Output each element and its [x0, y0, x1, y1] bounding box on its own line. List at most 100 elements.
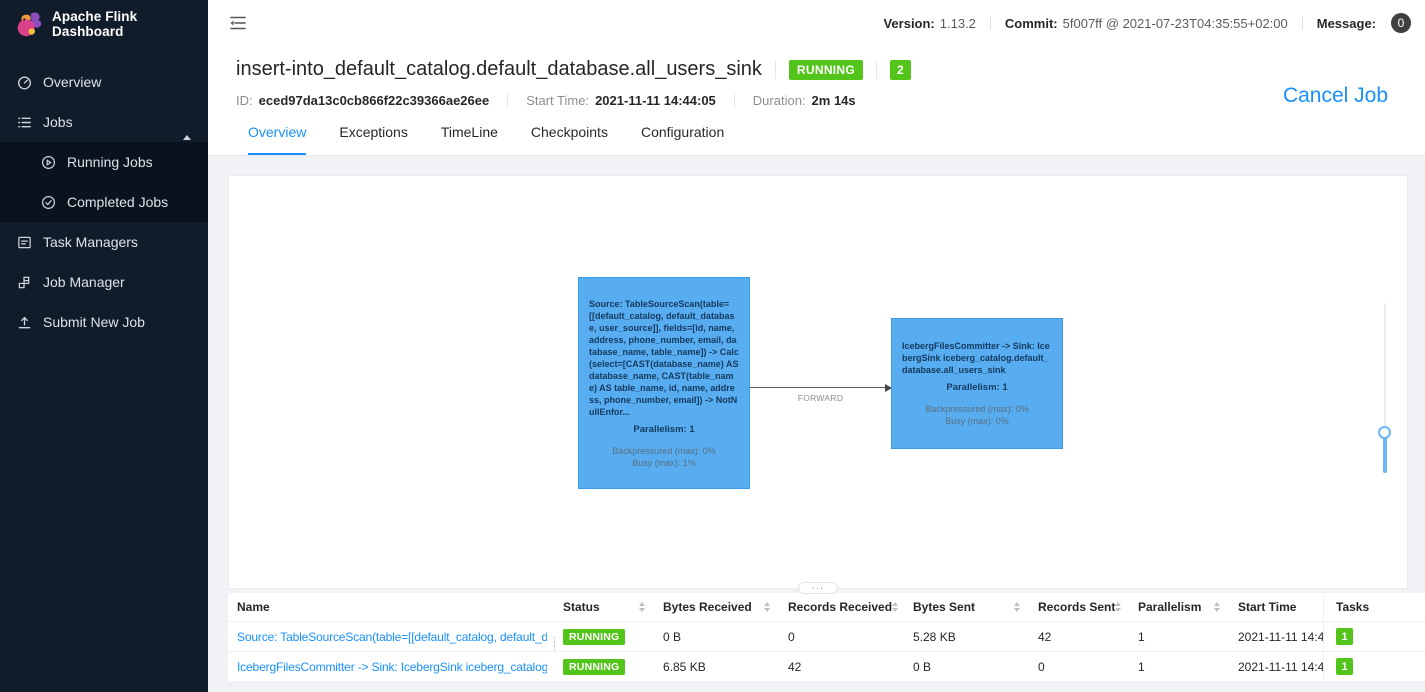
jobs-submenu: Running Jobs Completed Jobs: [0, 142, 208, 222]
sidebar-item-task-managers[interactable]: Task Managers: [0, 222, 208, 262]
divider: [734, 94, 735, 108]
column-label: Parallelism: [1138, 600, 1201, 614]
sort-caret-icon: [1214, 602, 1222, 612]
sidebar-menu: Overview Jobs Running Jobs: [0, 62, 208, 342]
column-resize-handle[interactable]: ⋮⋮: [549, 640, 560, 650]
node-busy: Busy (max): 0%: [902, 415, 1052, 427]
job-meta-row: ID: eced97da13c0cb866f22c39366ae26ee Sta…: [208, 81, 1425, 108]
table-row: Source: TableSourceScan(table=[[default_…: [228, 622, 1425, 652]
menu-fold-icon[interactable]: [228, 13, 248, 33]
upload-icon: [17, 315, 32, 330]
parallelism-cell: 1: [1130, 660, 1230, 674]
sort-caret-icon: [639, 602, 647, 612]
column-label: Bytes Received: [663, 600, 752, 614]
sidebar-item-completed-jobs[interactable]: Completed Jobs: [0, 182, 208, 222]
message-label: Message:: [1317, 16, 1376, 31]
records-sent-cell: 42: [1030, 630, 1130, 644]
vertex-table: Name Status Bytes Received Records Recei…: [228, 593, 1425, 682]
vertex-name-link[interactable]: IcebergFilesCommitter -> Sink: IcebergSi…: [237, 660, 547, 674]
status-badge: RUNNING: [563, 629, 625, 645]
logo-row[interactable]: Apache Flink Dashboard: [0, 0, 208, 48]
node-busy: Busy (max): 1%: [589, 457, 739, 469]
node-parallelism: Parallelism: 1: [902, 382, 1052, 394]
sidebar-item-label: Completed Jobs: [67, 194, 168, 210]
sort-caret-icon: [892, 602, 900, 612]
job-title-row: insert-into_default_catalog.default_data…: [208, 46, 1425, 81]
column-header-status[interactable]: Status: [555, 600, 655, 614]
cancel-job-button[interactable]: Cancel Job: [1283, 84, 1388, 108]
build-info: Version: 1.13.2 Commit: 5f007ff @ 2021-0…: [883, 13, 1411, 33]
version-label: Version:: [883, 16, 934, 31]
chevron-up-icon: [183, 119, 191, 135]
graph-node-sink[interactable]: IcebergFilesCommitter -> Sink: IcebergSi…: [891, 318, 1063, 449]
tab-overview[interactable]: Overview: [248, 124, 306, 155]
page-body: Source: TableSourceScan(table=[[default_…: [208, 156, 1425, 684]
commit-label: Commit:: [1005, 16, 1058, 31]
column-header-records-sent[interactable]: Records Sent: [1030, 600, 1130, 614]
duration-label: Duration:: [753, 93, 806, 108]
node-description: IcebergFilesCommitter -> Sink: IcebergSi…: [902, 340, 1052, 376]
sidebar-item-running-jobs[interactable]: Running Jobs: [0, 142, 208, 182]
column-header-bytes-received[interactable]: Bytes Received: [655, 600, 780, 614]
node-metrics: Backpressured (max): 0% Busy (max): 1%: [589, 445, 739, 469]
main-area: Version: 1.13.2 Commit: 5f007ff @ 2021-0…: [208, 0, 1425, 692]
sidebar-item-label: Task Managers: [43, 234, 138, 250]
column-header-start-time[interactable]: Start Time: [1230, 600, 1323, 614]
column-header-name: Name: [228, 600, 555, 614]
column-header-parallelism[interactable]: Parallelism: [1130, 600, 1230, 614]
graph-edge: [750, 387, 891, 388]
node-backpressured: Backpressured (max): 0%: [902, 403, 1052, 415]
start-time-cell: 2021-11-11 14:44:05: [1230, 660, 1323, 674]
column-label: Status: [563, 600, 600, 614]
sidebar: Apache Flink Dashboard Overview Jobs: [0, 0, 208, 692]
job-id-label: ID:: [236, 93, 253, 108]
divider: [990, 16, 991, 30]
table-row: IcebergFilesCommitter -> Sink: IcebergSi…: [228, 652, 1425, 682]
server-icon: [17, 235, 32, 250]
sidebar-item-submit-new-job[interactable]: Submit New Job: [0, 302, 208, 342]
column-label: Records Received: [788, 600, 892, 614]
sort-caret-icon: [1115, 602, 1123, 612]
node-backpressured: Backpressured (max): 0%: [589, 445, 739, 457]
vertex-name-link[interactable]: Source: TableSourceScan(table=[[default_…: [237, 630, 547, 644]
table-header-row: Name Status Bytes Received Records Recei…: [228, 593, 1425, 622]
sidebar-item-label: Overview: [43, 74, 101, 90]
sidebar-item-overview[interactable]: Overview: [0, 62, 208, 102]
sidebar-item-label: Jobs: [43, 114, 73, 130]
build-blocks-icon: [17, 275, 32, 290]
tab-exceptions[interactable]: Exceptions: [339, 124, 407, 155]
list-icon: [17, 115, 32, 130]
sort-caret-icon: [1014, 602, 1022, 612]
start-time-label: Start Time:: [526, 93, 589, 108]
bytes-received-cell: 0 B: [655, 630, 780, 644]
bytes-sent-cell: 0 B: [905, 660, 1030, 674]
bytes-sent-cell: 5.28 KB: [905, 630, 1030, 644]
column-label: Records Sent: [1038, 600, 1115, 614]
graph-zoom-slider[interactable]: [1384, 303, 1386, 473]
panel-resize-handle[interactable]: ...: [798, 582, 838, 594]
slider-handle[interactable]: [1378, 426, 1391, 439]
commit-value: 5f007ff @ 2021-07-23T04:35:55+02:00: [1063, 16, 1288, 31]
page-header: Version: 1.13.2 Commit: 5f007ff @ 2021-0…: [208, 0, 1425, 156]
records-sent-cell: 0: [1030, 660, 1130, 674]
sidebar-item-label: Running Jobs: [67, 154, 153, 170]
sidebar-item-label: Job Manager: [43, 274, 125, 290]
tasks-count-badge: 1: [1336, 658, 1353, 675]
app-title: Apache Flink Dashboard: [52, 9, 208, 39]
bytes-received-cell: 6.85 KB: [655, 660, 780, 674]
tab-checkpoints[interactable]: Checkpoints: [531, 124, 608, 155]
check-circle-icon: [41, 195, 56, 210]
sidebar-item-job-manager[interactable]: Job Manager: [0, 262, 208, 302]
column-header-bytes-sent[interactable]: Bytes Sent: [905, 600, 1030, 614]
sidebar-item-jobs[interactable]: Jobs: [0, 102, 208, 142]
divider: [1302, 16, 1303, 30]
graph-node-source[interactable]: Source: TableSourceScan(table=[[default_…: [578, 277, 750, 489]
node-parallelism: Parallelism: 1: [589, 424, 739, 436]
job-id-value: eced97da13c0cb866f22c39366ae26ee: [259, 93, 490, 108]
job-graph-panel[interactable]: Source: TableSourceScan(table=[[default_…: [228, 175, 1408, 589]
tab-timeline[interactable]: TimeLine: [441, 124, 498, 155]
records-received-cell: 0: [780, 630, 905, 644]
column-header-records-received[interactable]: Records Received: [780, 600, 905, 614]
message-count-badge[interactable]: 0: [1391, 13, 1411, 33]
tab-configuration[interactable]: Configuration: [641, 124, 724, 155]
